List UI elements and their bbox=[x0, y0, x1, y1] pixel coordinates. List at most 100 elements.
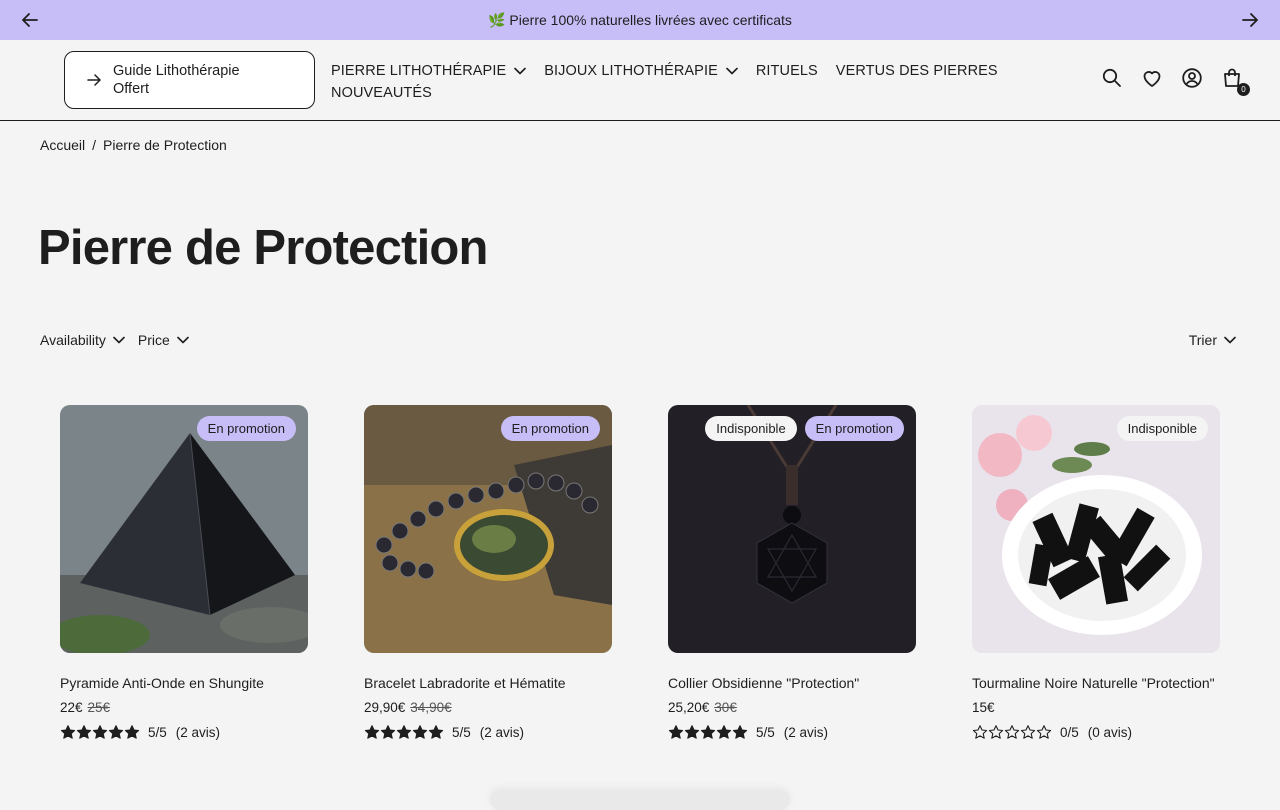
current-price: 15€ bbox=[972, 700, 995, 715]
star-empty-icon bbox=[988, 725, 1004, 739]
star-filled-icon bbox=[92, 725, 108, 739]
star-rating bbox=[60, 724, 140, 740]
product-badges: En promotion bbox=[189, 416, 296, 441]
unavailable-badge: Indisponible bbox=[705, 416, 797, 441]
breadcrumb-current: Pierre de Protection bbox=[103, 137, 227, 153]
product-card: En promotion Pyramide Anti-Onde en Shung… bbox=[60, 405, 308, 740]
product-photo-labradorite-bracelet bbox=[364, 405, 612, 653]
nav-item-rituels[interactable]: RITUELS bbox=[756, 63, 818, 79]
star-filled-icon bbox=[364, 725, 380, 739]
price-filter-label: Price bbox=[137, 332, 170, 348]
promo-badge: En promotion bbox=[196, 416, 296, 441]
arrow-right-icon bbox=[87, 74, 101, 86]
star-rating bbox=[364, 724, 444, 740]
current-price: 25,20€ bbox=[668, 700, 710, 715]
old-price: 25€ bbox=[87, 700, 111, 715]
breadcrumb: Accueil / Pierre de Protection bbox=[40, 137, 227, 153]
nav-item-label: RITUELS bbox=[755, 63, 818, 79]
star-empty-icon bbox=[1036, 725, 1052, 739]
star-rating bbox=[972, 724, 1052, 740]
product-price: 22€ 25€ bbox=[60, 700, 308, 715]
sort-dropdown[interactable]: Trier bbox=[1189, 332, 1236, 348]
announcement-bar: 🌿 Pierre 100% naturelles livrées avec ce… bbox=[0, 0, 1280, 40]
product-photo-black-tourmaline bbox=[972, 405, 1220, 653]
product-badges: Indisponible bbox=[1109, 416, 1208, 441]
chevron-down-icon bbox=[1224, 336, 1236, 344]
product-image[interactable]: Indisponible En promotion bbox=[668, 405, 916, 653]
product-badges: Indisponible En promotion bbox=[697, 416, 904, 441]
star-filled-icon bbox=[124, 725, 140, 739]
heart-icon[interactable] bbox=[1140, 66, 1164, 90]
product-card: Indisponible En promotion Collier Obsidi… bbox=[668, 405, 916, 740]
current-price: 29,90€ bbox=[364, 700, 406, 715]
product-price: 25,20€ 30€ bbox=[668, 700, 916, 715]
nav-item-bijoux-lithotherapie[interactable]: BIJOUX LITHOTHÉRAPIE bbox=[544, 63, 738, 79]
star-rating bbox=[668, 724, 748, 740]
availability-filter-label: Availability bbox=[40, 332, 106, 348]
old-price: 30€ bbox=[714, 700, 737, 715]
star-empty-icon bbox=[1020, 725, 1036, 739]
nav-item-label: VERTUS DES PIERRES bbox=[835, 63, 998, 79]
product-image[interactable]: En promotion bbox=[364, 405, 612, 653]
price-filter[interactable]: Price bbox=[138, 332, 189, 348]
page-title: Pierre de Protection bbox=[38, 221, 488, 275]
header-icons: 0 bbox=[1084, 66, 1250, 96]
rating-score: 5/5 bbox=[756, 724, 775, 740]
chevron-down-icon bbox=[113, 336, 125, 344]
review-count: (0 avis) bbox=[1087, 724, 1133, 740]
old-price: 34,90€ bbox=[410, 700, 452, 715]
nav-item-pierre-lithotherapie[interactable]: PIERRE LITHOTHÉRAPIE bbox=[331, 63, 527, 79]
availability-filter[interactable]: Availability bbox=[40, 332, 125, 348]
chevron-down-icon bbox=[726, 67, 738, 75]
sort-label: Trier bbox=[1188, 332, 1217, 348]
star-filled-icon bbox=[428, 725, 444, 739]
search-icon[interactable] bbox=[1100, 66, 1124, 90]
product-rating: 5/5 (2 avis) bbox=[60, 724, 308, 740]
chevron-down-icon bbox=[176, 336, 189, 344]
guide-offer-button[interactable]: Guide Lithothérapie Offert bbox=[64, 51, 315, 109]
filter-bar: Availability Price bbox=[40, 332, 202, 348]
star-filled-icon bbox=[412, 725, 428, 739]
current-price: 22€ bbox=[60, 700, 83, 715]
product-photo-shungite-pyramid bbox=[60, 405, 308, 653]
nav-item-label: BIJOUX LITHOTHÉRAPIE bbox=[544, 63, 718, 79]
product-image[interactable]: En promotion bbox=[60, 405, 308, 653]
review-count: (2 avis) bbox=[783, 724, 829, 740]
product-rating: 5/5 (2 avis) bbox=[668, 724, 916, 740]
star-filled-icon bbox=[396, 725, 412, 739]
arrow-left-icon[interactable] bbox=[21, 11, 39, 29]
product-rating: 5/5 (2 avis) bbox=[364, 724, 612, 740]
nav-item-nouveautes[interactable]: NOUVEAUTÉS bbox=[331, 85, 432, 101]
nav-item-vertus-des-pierres[interactable]: VERTUS DES PIERRES bbox=[836, 63, 998, 79]
product-title[interactable]: Bracelet Labradorite et Hématite bbox=[364, 674, 612, 693]
product-image[interactable]: Indisponible bbox=[972, 405, 1220, 653]
star-empty-icon bbox=[1004, 725, 1020, 739]
main-nav: PIERRE LITHOTHÉRAPIE BIJOUX LITHOTHÉRAPI… bbox=[331, 60, 1031, 104]
star-filled-icon bbox=[60, 725, 76, 739]
arrow-right-icon[interactable] bbox=[1241, 11, 1259, 29]
star-filled-icon bbox=[108, 725, 124, 739]
nav-item-label: NOUVEAUTÉS bbox=[331, 85, 432, 101]
chevron-down-icon bbox=[514, 67, 527, 75]
guide-offer-label: Guide Lithothérapie Offert bbox=[113, 63, 240, 97]
star-empty-icon bbox=[972, 725, 988, 739]
product-card: En promotion Bracelet Labradorite et Hém… bbox=[364, 405, 612, 740]
product-title[interactable]: Tourmaline Noire Naturelle "Protection" bbox=[972, 674, 1220, 693]
unavailable-badge: Indisponible bbox=[1116, 416, 1208, 441]
account-icon[interactable] bbox=[1180, 66, 1204, 90]
review-count: (2 avis) bbox=[479, 724, 525, 740]
product-title[interactable]: Collier Obsidienne "Protection" bbox=[668, 674, 916, 693]
star-filled-icon bbox=[700, 725, 716, 739]
rating-score: 5/5 bbox=[452, 724, 471, 740]
product-price: 29,90€ 34,90€ bbox=[364, 700, 612, 715]
breadcrumb-separator: / bbox=[92, 137, 97, 153]
rating-score: 0/5 bbox=[1060, 724, 1079, 740]
product-title[interactable]: Pyramide Anti-Onde en Shungite bbox=[60, 674, 308, 693]
star-filled-icon bbox=[716, 725, 732, 739]
star-filled-icon bbox=[732, 725, 748, 739]
breadcrumb-home-link[interactable]: Accueil bbox=[40, 137, 85, 153]
star-filled-icon bbox=[76, 725, 92, 739]
cart-button[interactable]: 0 bbox=[1220, 66, 1250, 96]
product-photo-obsidian-necklace bbox=[668, 405, 916, 653]
nav-item-label: PIERRE LITHOTHÉRAPIE bbox=[331, 63, 507, 79]
